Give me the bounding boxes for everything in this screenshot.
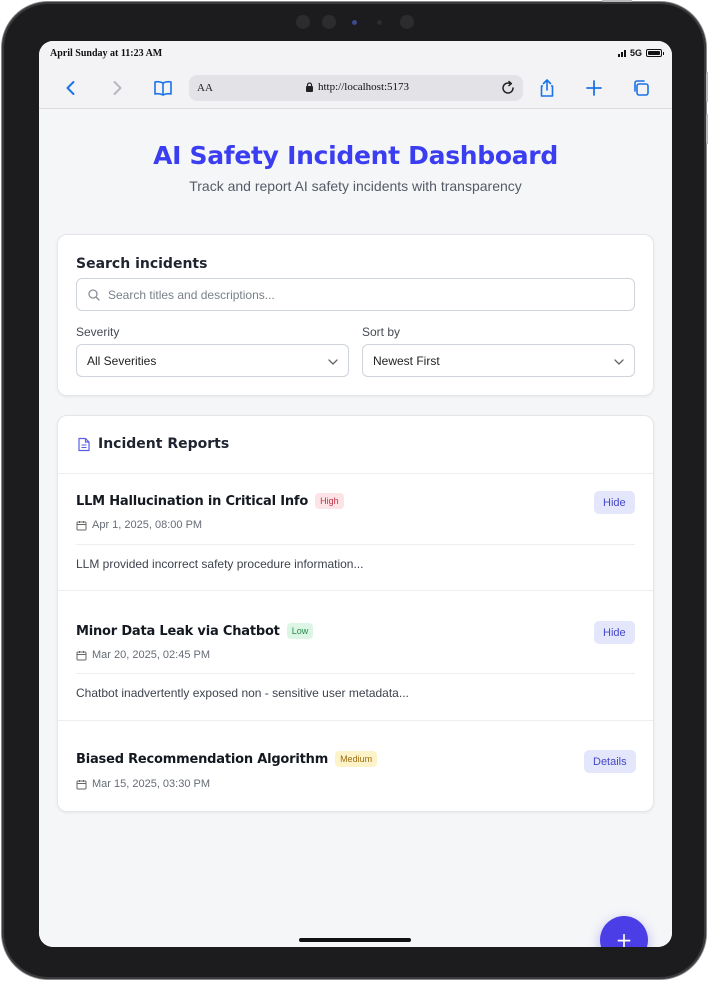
incident-item: LLM Hallucination in Critical Info High … [58, 474, 653, 591]
sort-select[interactable]: Newest First [362, 344, 635, 377]
page-subtitle: Track and report AI safety incidents wit… [189, 178, 522, 194]
incident-date: Mar 20, 2025, 02:45 PM [92, 649, 211, 661]
divider [76, 544, 635, 545]
home-indicator [299, 938, 411, 942]
hide-button[interactable]: Hide [594, 491, 635, 514]
severity-value: All Severities [87, 354, 157, 368]
incident-description: Chatbot inadvertently exposed non - sens… [76, 686, 409, 700]
chevron-down-icon [328, 359, 338, 365]
search-card: Search incidents Severity All Severities… [57, 234, 654, 396]
calendar-icon [76, 650, 87, 660]
url-text: http://localhost:5173 [318, 81, 410, 93]
incident-date: Apr 1, 2025, 08:00 PM [92, 519, 203, 531]
incident-title: Biased Recommendation Algorithm [76, 751, 329, 767]
sort-label: Sort by [362, 325, 401, 339]
signal-icon [617, 49, 626, 57]
severity-badge: Low [286, 623, 314, 639]
incident-date: Mar 15, 2025, 03:30 PM [92, 778, 211, 790]
screen: April Sunday at 11:23 AM 5G AA http://lo… [39, 41, 672, 947]
incident-item: Minor Data Leak via Chatbot Low Mar 20, … [58, 591, 653, 721]
page-content: AI Safety Incident Dashboard Track and r… [39, 110, 672, 947]
reports-header: Incident Reports [58, 416, 653, 474]
network-label: 5G [629, 48, 642, 58]
reload-icon[interactable] [499, 79, 517, 97]
reports-heading: Incident Reports [98, 436, 230, 452]
incident-reports-card: Incident Reports LLM Hallucination in Cr… [57, 415, 654, 812]
battery-icon [646, 49, 664, 57]
lock-icon [306, 82, 313, 92]
severity-badge: High [315, 493, 344, 509]
document-icon [78, 437, 90, 452]
bookmarks-icon[interactable] [151, 76, 175, 100]
incident-item: Biased Recommendation Algorithm Medium M… [58, 721, 653, 811]
browser-toolbar: AA http://localhost:5173 [39, 67, 672, 109]
status-time: April Sunday at 11:23 AM [50, 48, 163, 59]
url-bar[interactable]: AA http://localhost:5173 [189, 75, 523, 101]
search-input[interactable] [108, 285, 618, 305]
forward-icon[interactable] [105, 76, 129, 100]
incident-description: LLM provided incorrect safety procedure … [76, 557, 364, 571]
details-button[interactable]: Details [584, 750, 636, 773]
search-heading: Search incidents [76, 256, 208, 272]
camera-bar [292, 13, 422, 31]
sort-value: Newest First [373, 354, 440, 368]
status-bar: April Sunday at 11:23 AM 5G [39, 41, 672, 67]
tabs-icon[interactable] [629, 76, 653, 100]
share-icon[interactable] [535, 76, 559, 100]
calendar-icon [76, 520, 87, 530]
hide-button[interactable]: Hide [594, 621, 635, 644]
back-icon[interactable] [59, 76, 83, 100]
severity-badge: Medium [335, 751, 378, 767]
divider [76, 673, 635, 674]
search-field[interactable] [76, 278, 635, 311]
reader-mode-button[interactable]: AA [197, 82, 213, 94]
calendar-icon [76, 779, 87, 789]
power-button [602, 0, 632, 2]
search-icon [88, 289, 100, 301]
add-incident-button[interactable]: + [600, 916, 648, 947]
severity-select[interactable]: All Severities [76, 344, 349, 377]
tablet-frame: April Sunday at 11:23 AM 5G AA http://lo… [2, 0, 708, 979]
severity-label: Severity [76, 325, 120, 339]
chevron-down-icon [614, 359, 624, 365]
incident-title: LLM Hallucination in Critical Info [76, 493, 309, 509]
page-title: AI Safety Incident Dashboard [153, 141, 558, 170]
incident-title: Minor Data Leak via Chatbot [76, 623, 280, 639]
new-tab-icon[interactable] [582, 76, 606, 100]
